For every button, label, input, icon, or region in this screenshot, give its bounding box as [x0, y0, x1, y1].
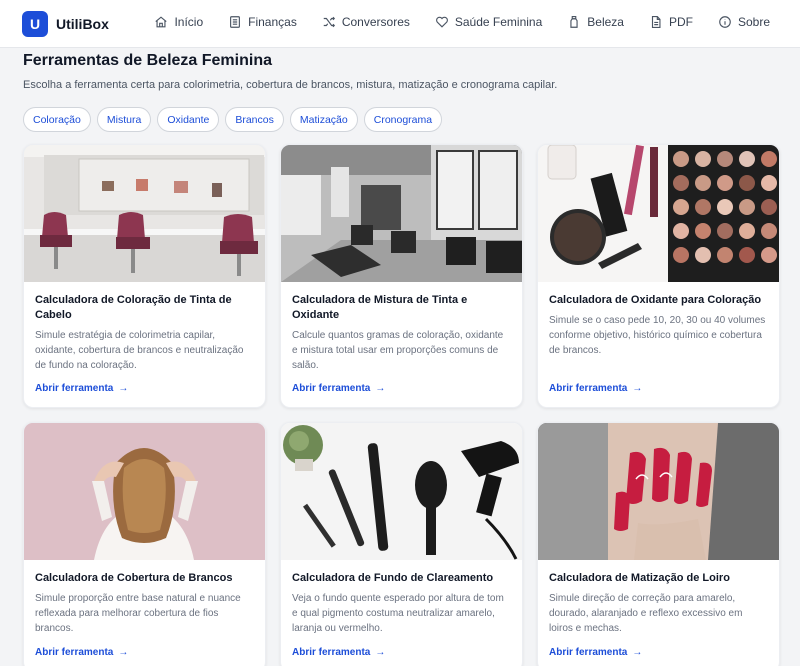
nav-item-saude-feminina[interactable]: Saúde Feminina [435, 15, 542, 29]
logo-mark: U [22, 11, 48, 37]
chip-matizacao[interactable]: Matização [289, 107, 358, 132]
nav-item-inicio[interactable]: Início [154, 15, 203, 29]
card-title: Calculadora de Fundo de Clareamento [292, 572, 494, 584]
brand-name: UtiliBox [56, 16, 109, 32]
card-title: Calculadora de Coloração de Tinta de Cab… [35, 294, 232, 321]
brand-logo[interactable]: U UtiliBox [22, 11, 109, 37]
link-label: Abrir ferramenta [35, 647, 114, 658]
tool-card-coloracao[interactable]: Calculadora de Coloração de Tinta de Cab… [23, 144, 266, 408]
chip-brancos[interactable]: Brancos [225, 107, 284, 132]
nav-label: Conversores [341, 15, 410, 29]
info-icon [719, 16, 731, 28]
nav-label: Saúde Feminina [454, 15, 543, 29]
link-label: Abrir ferramenta [549, 647, 628, 658]
tool-card-matizacao-loiro[interactable]: Calculadora de Matização de Loiro Simule… [537, 422, 780, 666]
nav-item-sobre[interactable]: Sobre [718, 15, 770, 29]
tool-card-mistura[interactable]: Calculadora de Mistura de Tinta e Oxidan… [280, 144, 523, 408]
tool-card-fundo-clareamento[interactable]: Calculadora de Fundo de Clareamento Veja… [280, 422, 523, 666]
arrow-right-icon: → [375, 383, 386, 394]
file-icon [651, 16, 661, 28]
link-label: Abrir ferramenta [292, 647, 371, 658]
open-tool-link[interactable]: Abrir ferramenta → [292, 647, 385, 658]
main-nav: Início Finanças Conversores Saúde Femini… [129, 15, 770, 29]
chip-mistura[interactable]: Mistura [96, 107, 152, 132]
arrow-right-icon: → [375, 647, 386, 658]
card-title: Calculadora de Mistura de Tinta e Oxidan… [292, 294, 468, 321]
salon-chairs-photo [24, 145, 265, 282]
link-label: Abrir ferramenta [292, 383, 371, 394]
card-title: Calculadora de Matização de Loiro [549, 572, 730, 584]
tool-card-brancos[interactable]: Calculadora de Cobertura de Brancos Simu… [23, 422, 266, 666]
page-title: Ferramentas de Beleza Feminina [23, 52, 272, 69]
card-description: Simule direção de correção para amarelo,… [549, 593, 743, 634]
hair-tools-photo [281, 423, 522, 560]
top-header: U UtiliBox Início Finanças Conversores S… [0, 0, 800, 48]
open-tool-link[interactable]: Abrir ferramenta → [549, 647, 642, 658]
card-description: Simule proporção entre base natural e nu… [35, 593, 241, 634]
nav-label: Sobre [737, 15, 770, 29]
open-tool-link[interactable]: Abrir ferramenta → [35, 647, 128, 658]
home-icon [155, 16, 168, 28]
card-description: Simule se o caso pede 10, 20, 30 ou 40 v… [549, 315, 766, 356]
link-label: Abrir ferramenta [35, 383, 114, 394]
tool-card-oxidante[interactable]: Calculadora de Oxidante para Coloração S… [537, 144, 780, 408]
document-icon [230, 16, 241, 28]
arrow-right-icon: → [118, 647, 129, 658]
arrow-right-icon: → [632, 383, 643, 394]
nails-photo [538, 423, 779, 560]
nav-item-pdf[interactable]: PDF [649, 15, 693, 29]
arrow-right-icon: → [632, 647, 643, 658]
link-label: Abrir ferramenta [549, 383, 628, 394]
page-subtitle: Escolha a ferramenta certa para colorime… [23, 79, 558, 91]
card-description: Calcule quantos gramas de coloração, oxi… [292, 330, 504, 371]
nav-item-beleza[interactable]: Beleza [567, 15, 624, 29]
filter-chips: Coloração Mistura Oxidante Brancos Matiz… [23, 107, 448, 132]
nav-item-conversores[interactable]: Conversores [322, 15, 410, 29]
nav-label: Finanças [248, 15, 297, 29]
chip-cronograma[interactable]: Cronograma [363, 107, 443, 132]
nav-item-financas[interactable]: Finanças [228, 15, 297, 29]
open-tool-link[interactable]: Abrir ferramenta → [35, 383, 128, 394]
woman-hair-photo [24, 423, 265, 560]
makeup-palette-photo [538, 145, 779, 282]
chip-oxidante[interactable]: Oxidante [157, 107, 220, 132]
open-tool-link[interactable]: Abrir ferramenta → [292, 383, 385, 394]
arrow-right-icon: → [118, 383, 129, 394]
bottle-icon [570, 16, 578, 28]
card-title: Calculadora de Cobertura de Brancos [35, 572, 233, 584]
nav-label: Beleza [587, 15, 624, 29]
card-description: Simule estratégia de colorimetria capila… [35, 330, 244, 371]
chip-coloracao[interactable]: Coloração [23, 107, 91, 132]
card-description: Veja o fundo quente esperado por altura … [292, 593, 504, 634]
nav-label: PDF [668, 15, 693, 29]
nav-label: Início [174, 15, 204, 29]
open-tool-link[interactable]: Abrir ferramenta → [549, 383, 642, 394]
shuffle-icon [323, 16, 335, 28]
salon-bw-photo [281, 145, 522, 282]
card-title: Calculadora de Oxidante para Coloração [549, 294, 762, 306]
heart-icon [435, 16, 448, 28]
